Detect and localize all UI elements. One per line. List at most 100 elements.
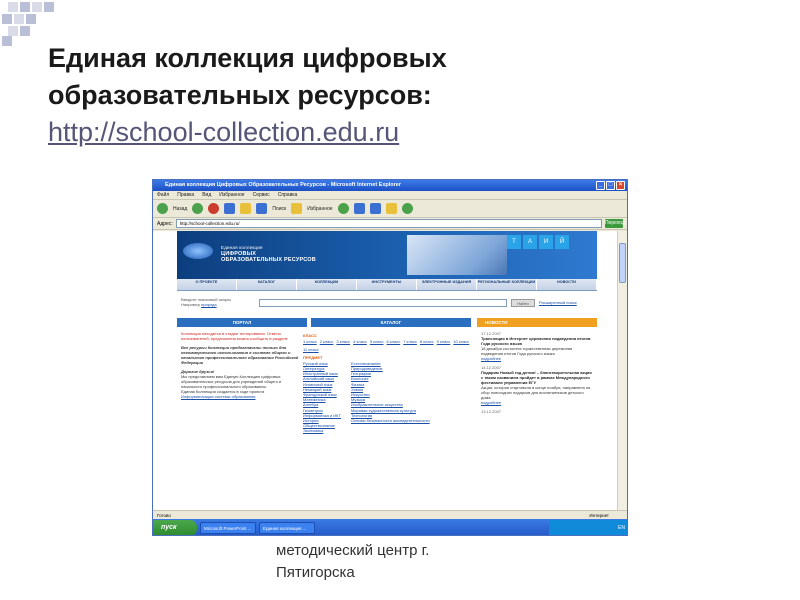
go-button[interactable]: Переход xyxy=(605,219,625,228)
news-more-link[interactable]: подробнее xyxy=(481,356,593,361)
class-link[interactable]: 10 класс xyxy=(453,339,469,344)
testing-notice: Коллекция находится в стадии тестировани… xyxy=(181,331,288,341)
status-text: Готово xyxy=(157,513,171,518)
search-example-link[interactable]: природа xyxy=(201,302,217,307)
footer-line1: методический центр г. xyxy=(276,542,430,559)
menu-edit[interactable]: Правка xyxy=(177,191,194,199)
site-logo-icon[interactable] xyxy=(183,243,213,259)
maximize-icon[interactable]: □ xyxy=(606,181,615,190)
nav-about[interactable]: О ПРОЕКТЕ xyxy=(177,279,237,290)
class-links: 1 класс 2 класс 3 класс 4 класс 5 класс … xyxy=(303,339,473,352)
site-nav: О ПРОЕКТЕ КАТАЛОГ КОЛЛЕКЦИИ ИНСТРУМЕНТЫ … xyxy=(177,279,597,291)
subject-lists: Русский язык Литература Иностранный язык… xyxy=(303,361,473,434)
address-bar: Адрес: http://school-collection.edu.ru/ … xyxy=(153,218,627,230)
class-link[interactable]: 11 класс xyxy=(303,347,319,352)
news-item: 13.12.2007 xyxy=(481,409,593,414)
site-search-input[interactable] xyxy=(259,299,507,307)
window-title: Единая коллекция Цифровых Образовательны… xyxy=(165,182,402,188)
site-logo-text[interactable]: Единая коллекция ЦИФРОВЫХ ОБРАЗОВАТЕЛЬНЫ… xyxy=(221,245,316,263)
news-title[interactable]: Трансляция в Интернет церемонии подведен… xyxy=(481,336,593,346)
portal-header: ПОРТАЛ xyxy=(177,318,307,327)
menu-tools[interactable]: Сервис xyxy=(253,191,270,199)
print-icon[interactable] xyxy=(369,203,381,214)
site-search-button[interactable]: Найти xyxy=(511,299,535,307)
class-link[interactable]: 8 класс xyxy=(420,339,434,344)
subject-link[interactable]: Основы безопасности жизнедеятельности xyxy=(351,418,430,423)
menu-help[interactable]: Справка xyxy=(278,191,298,199)
menu-file[interactable]: Файл xyxy=(157,191,169,199)
mail-icon[interactable] xyxy=(353,203,365,214)
menu-favorites[interactable]: Избранное xyxy=(219,191,244,199)
edit-icon[interactable] xyxy=(385,203,397,214)
slide-footer: методический центр г. Пятигорска xyxy=(276,540,516,584)
taskbar-item-powerpoint[interactable]: Microsoft PowerPoint ... xyxy=(200,522,256,534)
toolbar: Назад Поиск Избранное xyxy=(153,200,627,218)
forward-icon[interactable] xyxy=(192,203,204,214)
greeting-text: Мы представляем вам Единую Коллекцию циф… xyxy=(181,374,282,389)
back-button[interactable]: Назад xyxy=(173,206,187,212)
subjects-left: Русский язык Литература Иностранный язык… xyxy=(303,361,341,434)
slide-title: Единая коллекция цифровых образовательны… xyxy=(48,40,688,151)
subject-link[interactable]: Экономика xyxy=(303,428,341,433)
news-text: 18 декабря состоится торжественная церем… xyxy=(481,346,573,356)
footer-line2: Пятигорска xyxy=(276,564,355,581)
search-icon[interactable] xyxy=(256,203,268,214)
slide-url-link[interactable]: http://school-collection.edu.ru xyxy=(48,114,688,151)
class-link[interactable]: 7 класс xyxy=(403,339,417,344)
nav-collections[interactable]: КОЛЛЕКЦИИ xyxy=(297,279,357,290)
catalog-column: КЛАСС 1 класс 2 класс 3 класс 4 класс 5 … xyxy=(303,331,473,434)
site-search: Введите поисковый запрос Например природ… xyxy=(177,295,597,315)
menu-bar: Файл Правка Вид Избранное Сервис Справка xyxy=(153,191,627,200)
news-column: 17.12.2007 Трансляция в Интернет церемон… xyxy=(481,331,593,418)
news-title[interactable]: Подарим Новый год детям! – благотворител… xyxy=(481,370,593,385)
class-link[interactable]: 1 класс xyxy=(303,339,317,344)
taskbar-item-browser[interactable]: Единая коллекция ... xyxy=(259,522,315,534)
address-input[interactable]: http://school-collection.edu.ru/ xyxy=(175,219,602,228)
class-link[interactable]: 5 класс xyxy=(370,339,384,344)
nav-tools[interactable]: ИНСТРУМЕНТЫ xyxy=(357,279,417,290)
catalog-header: КАТАЛОГ xyxy=(311,318,471,327)
nav-regional[interactable]: РЕГИОНАЛЬНЫЕ КОЛЛЕКЦИИ xyxy=(477,279,537,290)
back-icon[interactable] xyxy=(157,203,168,214)
portal-column: Коллекция находится в стадии тестировани… xyxy=(181,331,303,399)
window-titlebar: Единая коллекция Цифровых Образовательны… xyxy=(153,180,627,191)
close-icon[interactable]: × xyxy=(616,181,625,190)
slide-title-line2: образовательных ресурсов: xyxy=(48,80,432,110)
minimize-icon[interactable]: _ xyxy=(596,181,605,190)
messenger-icon[interactable] xyxy=(401,203,413,214)
browser-screenshot: Единая коллекция Цифровых Образовательны… xyxy=(152,179,628,536)
search-button[interactable]: Поиск xyxy=(272,206,286,212)
scrollbar-thumb[interactable] xyxy=(619,243,626,283)
news-item: 14.12.2007 Подарим Новый год детям! – бл… xyxy=(481,365,593,405)
nav-news[interactable]: НОВОСТИ xyxy=(537,279,597,290)
favorites-icon[interactable] xyxy=(291,203,303,214)
nav-catalog[interactable]: КАТАЛОГ xyxy=(237,279,297,290)
project-link[interactable]: Информатизация системы образования xyxy=(181,394,303,399)
header-tiles: ТАИЙ xyxy=(507,235,569,249)
nav-e-publications[interactable]: ЭЛЕКТРОННЫЕ ИЗДАНИЯ xyxy=(417,279,477,290)
home-icon[interactable] xyxy=(240,203,252,214)
menu-view[interactable]: Вид xyxy=(202,191,211,199)
class-link[interactable]: 2 класс xyxy=(320,339,334,344)
advanced-search-link[interactable]: Расширенный поиск xyxy=(539,300,577,305)
stop-icon[interactable] xyxy=(208,203,220,214)
class-link[interactable]: 4 класс xyxy=(353,339,367,344)
news-text: Акция, которая стартовала в конце ноября… xyxy=(481,385,591,400)
site-header: Единая коллекция ЦИФРОВЫХ ОБРАЗОВАТЕЛЬНЫ… xyxy=(177,231,597,279)
news-date: 13.12.2007 xyxy=(481,409,502,414)
header-photo xyxy=(407,235,507,275)
taskbar: пуск Microsoft PowerPoint ... Единая кол… xyxy=(153,519,627,535)
subjects-right: Естествознание Природоведение География … xyxy=(351,361,430,434)
class-link[interactable]: 9 класс xyxy=(437,339,451,344)
vertical-scrollbar[interactable] xyxy=(617,231,627,510)
media-icon[interactable] xyxy=(337,203,349,214)
usage-notice: Все ресурсы Коллекции предназначены толь… xyxy=(181,345,299,365)
favorites-button[interactable]: Избранное xyxy=(307,206,332,212)
class-link[interactable]: 3 класс xyxy=(336,339,350,344)
system-tray: EN xyxy=(549,520,627,535)
refresh-icon[interactable] xyxy=(224,203,236,214)
news-more-link[interactable]: подробнее xyxy=(481,400,593,405)
class-link[interactable]: 6 класс xyxy=(387,339,401,344)
search-label: Введите поисковый запрос Например природ… xyxy=(181,297,232,307)
start-button[interactable]: пуск xyxy=(153,520,197,535)
